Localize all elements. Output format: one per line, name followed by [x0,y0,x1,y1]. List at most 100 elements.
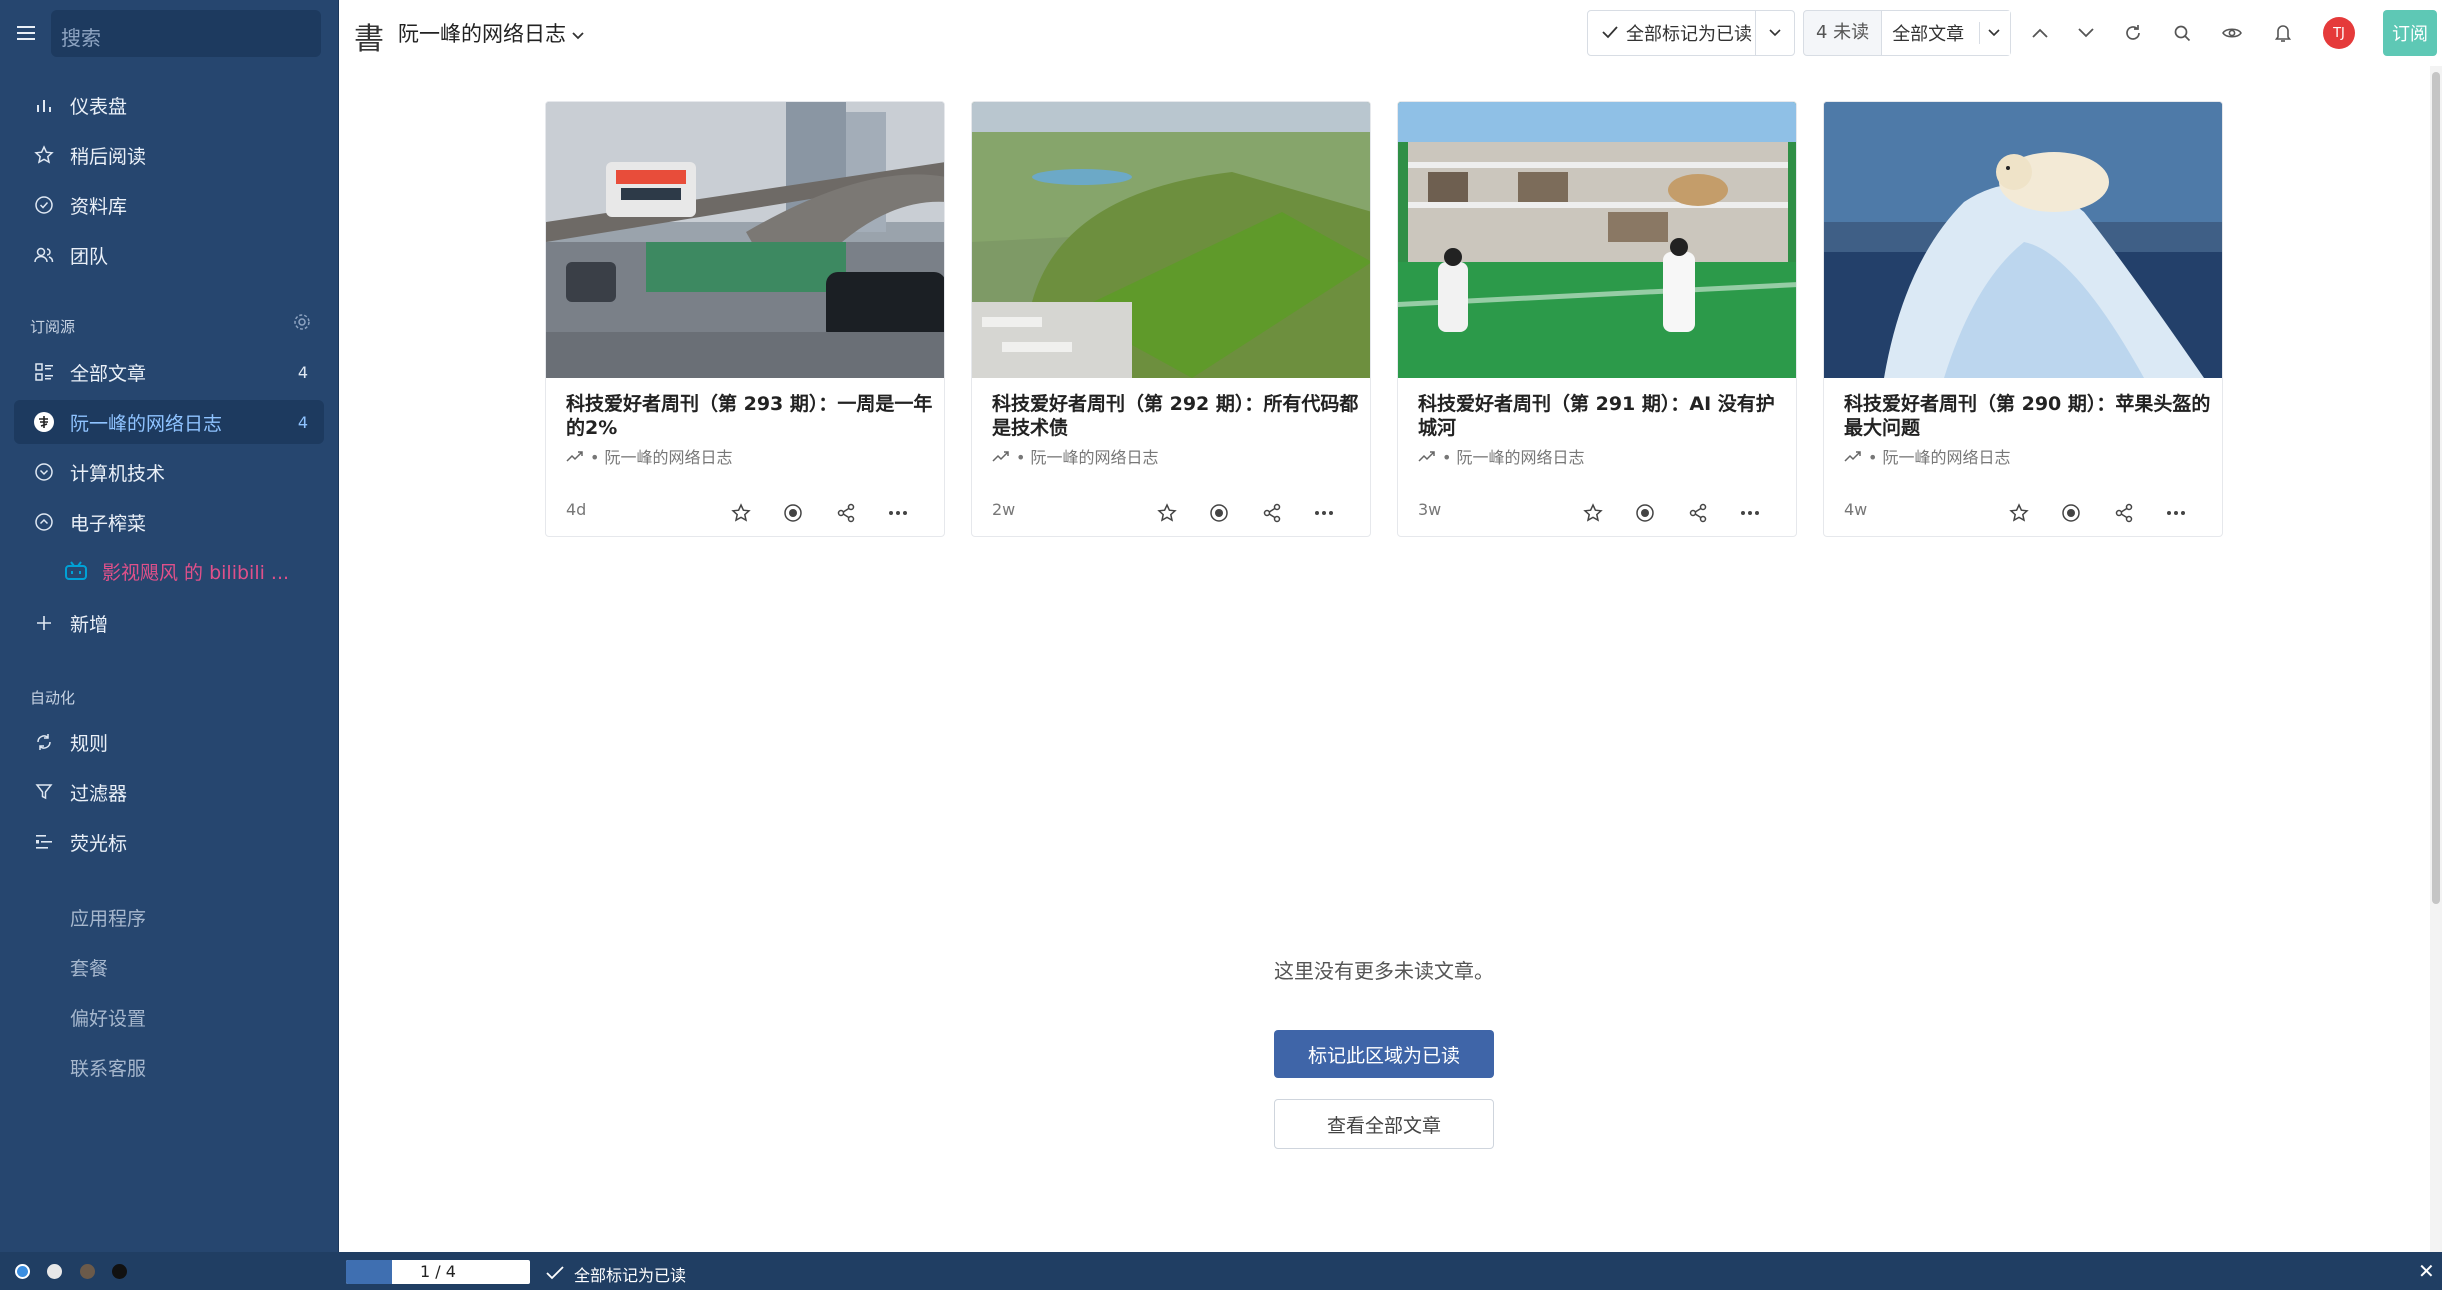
sidebar: 搜索 仪表盘 稍后阅读 资料库 团队 订阅源 全部文章 4 阮一峰的网络日志 4 [0,0,339,1252]
more-options-icon[interactable] [1309,498,1339,528]
article-title[interactable]: 科技爱好者周刊（第 293 期）：一周是一年的2% [566,392,936,440]
trending-icon [566,447,584,466]
share-icon[interactable] [1257,498,1287,528]
mark-all-read-button-group: 全部标记为已读 [1587,10,1795,56]
article-title[interactable]: 科技爱好者周刊（第 291 期）：AI 没有护城河 [1418,392,1788,440]
gear-icon[interactable] [293,313,311,335]
mark-all-read-label: 全部标记为已读 [1626,24,1752,45]
article-age: 3w [1418,500,1442,519]
star-icon[interactable] [726,498,756,528]
unread-count-badge: 4 未读 [1804,11,1883,55]
nav-link-apps[interactable]: 应用程序 [14,895,324,939]
share-icon[interactable] [2109,498,2139,528]
nav-item-dashboard[interactable]: 仪表盘 [14,83,324,127]
article-card[interactable]: 科技爱好者周刊（第 291 期）：AI 没有护城河 • 阮一峰的网络日志 3w [1397,101,1797,537]
more-options-icon[interactable] [883,498,913,528]
theme-dot-light[interactable] [47,1264,62,1279]
nav-link-plans[interactable]: 套餐 [14,945,324,989]
theme-dot-dark[interactable] [112,1264,127,1279]
theme-dot-blue[interactable] [15,1264,30,1279]
nav-item-label: 新增 [70,613,109,636]
mark-area-read-button[interactable]: 标记此区域为已读 [1274,1030,1494,1078]
chevron-down-icon [1979,22,2000,44]
article-age: 4d [566,500,587,519]
search-icon[interactable] [2167,18,2197,48]
view-all-articles-button[interactable]: 查看全部文章 [1274,1099,1494,1149]
article-card[interactable]: 科技爱好者周刊（第 292 期）：所有代码都是技术债 • 阮一峰的网络日志 2w [971,101,1371,537]
feed-title: 阮一峰的网络日志 [398,22,566,46]
share-icon[interactable] [831,498,861,528]
nav-item-label: 稍后阅读 [70,145,147,168]
unread-count: 4 [297,362,308,382]
trending-icon [992,447,1010,466]
star-icon[interactable] [1152,498,1182,528]
subscriptions-section-label: 订阅源 [30,318,76,336]
more-options-icon[interactable] [1735,498,1765,528]
mark-read-icon[interactable] [1204,498,1234,528]
nav-item-label: 套餐 [70,957,109,980]
mark-read-icon[interactable] [2056,498,2086,528]
star-icon[interactable] [2004,498,2034,528]
more-options-icon[interactable] [2161,498,2191,528]
feed-item-all-articles[interactable]: 全部文章 4 [14,350,324,394]
search-input[interactable]: 搜索 [51,10,321,57]
nav-item-filters[interactable]: 过滤器 [14,770,324,814]
nav-link-preferences[interactable]: 偏好设置 [14,995,324,1039]
mark-read-options-chevron-icon[interactable] [1756,29,1794,37]
feed-item-computer-tech[interactable]: 计算机技术 [14,450,324,494]
nav-item-rules[interactable]: 规则 [14,720,324,764]
unread-count: 4 [297,412,308,432]
feed-item-electronic-zhacai[interactable]: 电子榨菜 [14,500,324,544]
nav-link-support[interactable]: 联系客服 [14,1045,324,1089]
check-icon [546,1265,564,1284]
article-source-label: • 阮一峰的网络日志 [1016,448,1159,467]
feed-title-dropdown[interactable]: 阮一峰的网络日志 [398,18,584,48]
article-card[interactable]: 科技爱好者周刊（第 293 期）：一周是一年的2% • 阮一峰的网络日志 4d [545,101,945,537]
filter-select[interactable]: 全部文章 [1882,11,2010,55]
nav-item-team[interactable]: 团队 [14,233,324,277]
nav-item-library[interactable]: 资料库 [14,183,324,227]
bilibili-icon [62,561,90,581]
mark-read-icon[interactable] [1630,498,1660,528]
nav-item-label: 计算机技术 [70,462,166,485]
nav-item-label: 团队 [70,245,109,268]
article-title[interactable]: 科技爱好者周刊（第 292 期）：所有代码都是技术债 [992,392,1362,440]
theme-dot-sepia[interactable] [80,1264,95,1279]
mark-read-icon[interactable] [778,498,808,528]
nav-item-label: 阮一峰的网络日志 [70,412,223,435]
folder-collapsed-icon [30,462,58,482]
close-icon[interactable]: ✕ [2418,1259,2435,1283]
add-feed-button[interactable]: 新增 [14,601,324,645]
statusbar-mark-all-read-button[interactable]: 全部标记为已读 [546,1262,686,1286]
hamburger-menu-icon[interactable] [14,14,38,52]
article-card[interactable]: 科技爱好者周刊（第 290 期）：苹果头盔的最大问题 • 阮一峰的网络日志 4w [1823,101,2223,537]
mark-all-read-button[interactable]: 全部标记为已读 [1588,11,1756,55]
scrollbar-thumb[interactable] [2432,72,2440,904]
nav-item-read-later[interactable]: 稍后阅读 [14,133,324,177]
share-icon[interactable] [1683,498,1713,528]
feed-item-ruanyifeng[interactable]: 阮一峰的网络日志 4 [14,400,324,444]
app-window: 搜索 仪表盘 稍后阅读 资料库 团队 订阅源 全部文章 4 阮一峰的网络日志 4 [0,0,2442,1290]
article-title[interactable]: 科技爱好者周刊（第 290 期）：苹果头盔的最大问题 [1844,392,2214,440]
feed-item-bilibili[interactable]: 影视飓风 的 bilibili ... [14,549,324,593]
bell-icon[interactable] [2268,18,2298,48]
team-icon [30,245,58,265]
nav-item-label: 电子榨菜 [70,512,147,535]
subscribe-button[interactable]: 订阅 [2383,10,2437,56]
article-source: • 阮一峰的网络日志 [566,444,733,468]
highlight-icon [30,833,58,851]
nav-item-label: 规则 [70,732,109,755]
nav-item-label: 过滤器 [70,782,128,805]
chevron-down-icon [572,21,584,45]
eye-icon[interactable] [2217,18,2247,48]
avatar[interactable]: TJ [2323,17,2355,49]
chevron-up-icon[interactable] [2025,18,2055,48]
star-icon[interactable] [1578,498,1608,528]
star-icon [30,145,58,165]
refresh-icon[interactable] [2118,18,2148,48]
nav-item-label: 仪表盘 [70,95,128,118]
nav-item-highlights[interactable]: 荧光标 [14,820,324,864]
automation-section-label: 自动化 [30,689,76,707]
library-icon [30,195,58,215]
chevron-down-icon[interactable] [2071,18,2101,48]
